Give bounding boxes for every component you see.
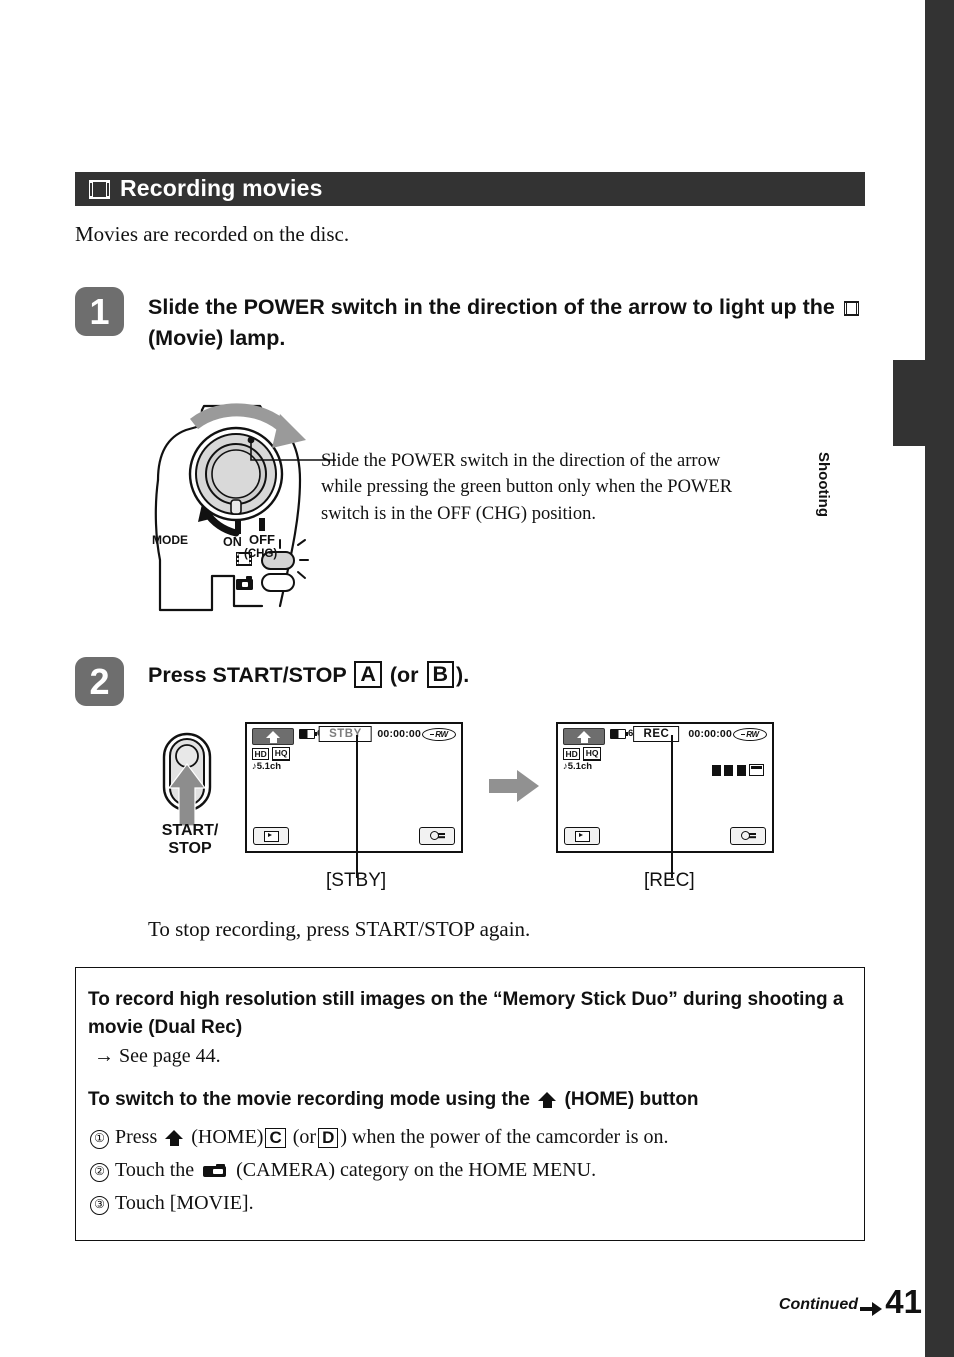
recording-indicator bbox=[711, 764, 764, 776]
info-box: To record high resolution still images o… bbox=[75, 967, 865, 1241]
step-1-text-b: (Movie) lamp. bbox=[148, 326, 286, 351]
view-images-button[interactable] bbox=[564, 827, 600, 845]
home-icon bbox=[266, 730, 280, 743]
mode-badge-stby: STBY bbox=[319, 726, 372, 742]
battery-icon bbox=[299, 728, 317, 739]
home-step-3: ③ Touch [MOVIE]. bbox=[90, 1189, 254, 1217]
off-label: OFF bbox=[249, 532, 275, 547]
step-2-number: 2 bbox=[75, 657, 124, 706]
step-2-text-c: ). bbox=[456, 663, 470, 687]
view-images-icon bbox=[263, 830, 279, 842]
lcd-screen-rec: 60min REC 00:00:00 RW HD HQ ♪5.1ch bbox=[556, 722, 774, 853]
home-step-1: ① Press (HOME) C (or D) when the power of t… bbox=[90, 1123, 669, 1151]
leader-line-rec bbox=[671, 735, 673, 878]
on-label: ON bbox=[223, 535, 242, 549]
camera-icon bbox=[203, 1164, 227, 1178]
disc-format-icon: RW bbox=[733, 728, 767, 741]
disc-format-text: RW bbox=[746, 730, 759, 739]
home-button-heading: To switch to the movie recording mode us… bbox=[88, 1086, 848, 1114]
step-2-text-b: (or bbox=[389, 663, 419, 687]
home-icon bbox=[538, 1092, 557, 1108]
step-2-text: Press START/STOP A (or B). bbox=[148, 660, 863, 691]
page-edge-bar bbox=[925, 0, 954, 1357]
film-strip-icon bbox=[89, 179, 110, 199]
arrow-right-icon bbox=[860, 1302, 882, 1316]
options-button[interactable] bbox=[419, 827, 455, 845]
quality-tag-hq: HQ bbox=[272, 747, 291, 761]
home-icon bbox=[165, 1130, 184, 1146]
lcd-screen-stby: 60min STBY 00:00:00 RW HD HQ ♪5.1ch bbox=[245, 722, 463, 853]
audio-mode-rec: ♪5.1ch bbox=[563, 761, 593, 772]
page-title: Recording movies bbox=[120, 174, 323, 201]
timecode-stby: 00:00:00 bbox=[377, 728, 421, 740]
badge-a: A bbox=[354, 661, 382, 688]
intro-text: Movies are recorded on the disc. bbox=[75, 222, 350, 246]
section-header: Recording movies bbox=[75, 172, 865, 206]
step-1-text-a: Slide the POWER switch in the direction … bbox=[148, 295, 835, 319]
badge-b: B bbox=[426, 661, 455, 688]
media-icon bbox=[749, 764, 764, 776]
manual-page: Shooting Recording movies Movies are rec… bbox=[0, 0, 954, 1357]
home-step-1-b: (HOME) bbox=[191, 1126, 264, 1148]
start-stop-label: START/ STOP bbox=[150, 822, 230, 859]
section-tab-label: Shooting bbox=[815, 452, 832, 517]
home-step-3-a: Touch [MOVIE]. bbox=[115, 1192, 254, 1214]
quality-tags-rec: HD HQ bbox=[563, 747, 602, 761]
dual-rec-heading: To record high resolution still images o… bbox=[88, 986, 848, 1041]
leader-line-stby bbox=[356, 735, 358, 878]
camcorder-svg: MODE ON OFF (CHG) bbox=[152, 403, 336, 612]
step-1-number: 1 bbox=[75, 287, 124, 336]
start-stop-label-line2: STOP bbox=[168, 840, 212, 858]
battery-icon bbox=[610, 728, 628, 739]
badge-d: D bbox=[318, 1128, 339, 1148]
power-switch-callout: Slide the POWER switch in the direction … bbox=[321, 451, 733, 524]
arrow-right-icon bbox=[489, 770, 539, 802]
home-heading-text-b: (HOME) button bbox=[564, 1089, 699, 1110]
step-circle-2: ② bbox=[90, 1163, 109, 1182]
transition-arrow bbox=[489, 768, 541, 809]
home-step-1-c: (or bbox=[292, 1126, 317, 1148]
quality-tag-hd: HD bbox=[252, 747, 270, 761]
camcorder-illustration: MODE ON OFF (CHG) bbox=[140, 400, 340, 620]
continued-label: Continued bbox=[778, 1296, 858, 1313]
home-button[interactable] bbox=[563, 728, 605, 745]
home-icon bbox=[577, 730, 591, 743]
see-page-reference[interactable]: → See page 44. bbox=[94, 1042, 221, 1070]
quality-tag-hq: HQ bbox=[583, 747, 602, 761]
home-step-1-a: Press bbox=[115, 1126, 158, 1148]
quality-tag-hd: HD bbox=[563, 747, 581, 761]
step-1-text: Slide the POWER switch in the direction … bbox=[148, 292, 863, 354]
options-icon bbox=[429, 831, 445, 841]
home-step-1-d: ) when the power of the camcorder is on. bbox=[340, 1126, 669, 1148]
step-circle-1: ① bbox=[90, 1130, 109, 1149]
home-step-2: ② Touch the (CAMERA) category on the HOME… bbox=[90, 1156, 596, 1184]
view-images-button[interactable] bbox=[253, 827, 289, 845]
disc-format-text: RW bbox=[435, 730, 448, 739]
stop-recording-note: To stop recording, press START/STOP agai… bbox=[148, 917, 531, 941]
film-strip-icon bbox=[843, 301, 859, 316]
page-number: 41 bbox=[885, 1283, 922, 1320]
home-heading-text-a: To switch to the movie recording mode us… bbox=[88, 1089, 530, 1110]
dual-rec-heading-line1: To record high resolution still images o… bbox=[88, 989, 743, 1010]
start-stop-label-line1: START/ bbox=[161, 822, 219, 839]
options-icon bbox=[740, 831, 756, 841]
home-step-2-a: Touch the bbox=[115, 1159, 195, 1181]
step-2-text-a: Press START/STOP bbox=[148, 663, 347, 687]
timecode-rec: 00:00:00 bbox=[688, 728, 732, 740]
home-button[interactable] bbox=[252, 728, 294, 745]
caption-stby: [STBY] bbox=[326, 870, 387, 891]
quality-tags-stby: HD HQ bbox=[252, 747, 291, 761]
section-tab-block bbox=[893, 360, 925, 446]
caption-rec: [REC] bbox=[644, 870, 695, 891]
badge-c: C bbox=[265, 1128, 286, 1148]
disc-format-icon: RW bbox=[422, 728, 456, 741]
view-images-icon bbox=[574, 830, 590, 842]
continued-arrow bbox=[860, 1302, 882, 1321]
audio-mode-stby: ♪5.1ch bbox=[252, 761, 282, 772]
options-button[interactable] bbox=[730, 827, 766, 845]
mode-label: MODE bbox=[152, 533, 188, 547]
home-step-2-b: (CAMERA) category on the HOME MENU. bbox=[236, 1159, 597, 1181]
step-circle-3: ③ bbox=[90, 1196, 109, 1215]
chg-label: (CHG) bbox=[244, 548, 277, 560]
